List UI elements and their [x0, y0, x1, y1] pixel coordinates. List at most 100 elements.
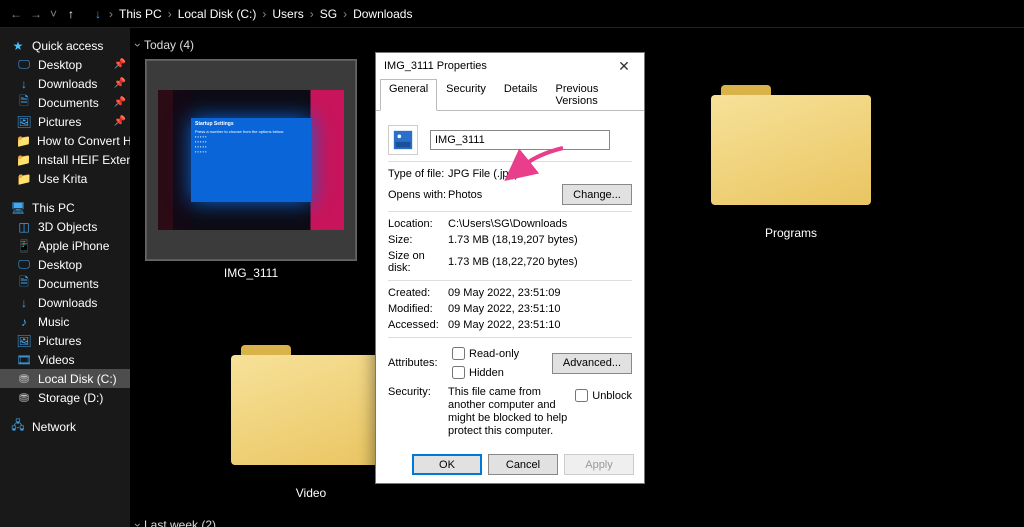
chevron-down-icon: ›: [131, 43, 145, 47]
sidebar-item[interactable]: ♪Music: [0, 312, 130, 331]
apply-button[interactable]: Apply: [564, 454, 634, 475]
created-label: Created:: [388, 287, 448, 299]
sidebar-item-label: Documents: [38, 277, 99, 291]
security-text: This file came from another computer and…: [448, 386, 571, 438]
sidebar-item[interactable]: ↓Downloads📌: [0, 74, 130, 93]
size-value: 1.73 MB (18,19,207 bytes): [448, 234, 632, 246]
hidden-label: Hidden: [469, 367, 504, 379]
this-pc-header[interactable]: 🖥 This PC: [0, 198, 130, 217]
sidebar-item-label: Documents: [38, 96, 99, 110]
chevron-right-icon: ›: [262, 7, 266, 21]
folder-icon: 📁: [16, 152, 31, 168]
nav-chevron-down-icon[interactable]: ˅: [50, 7, 57, 21]
tab-details[interactable]: Details: [495, 79, 547, 111]
filename-input[interactable]: [430, 130, 610, 150]
created-value: 09 May 2022, 23:51:09: [448, 287, 632, 299]
download-icon: ↓: [16, 295, 32, 311]
sidebar-item[interactable]: ⛃Local Disk (C:): [0, 369, 130, 388]
tab-security[interactable]: Security: [437, 79, 495, 111]
chevron-right-icon: ›: [343, 7, 347, 21]
opens-with-value: Photos: [448, 189, 562, 201]
tab-general[interactable]: General: [380, 79, 437, 111]
crumb[interactable]: Local Disk (C:): [176, 7, 259, 21]
folder-icon: 📁: [16, 133, 31, 149]
hidden-checkbox[interactable]: Hidden: [448, 363, 504, 382]
quick-access-header[interactable]: ★ Quick access: [0, 36, 130, 55]
sidebar-item[interactable]: 🗎Documents📌: [0, 93, 130, 112]
change-button[interactable]: Change...: [562, 184, 632, 205]
tab-previous-versions[interactable]: Previous Versions: [547, 79, 640, 111]
star-icon: ★: [10, 38, 26, 54]
sidebar-item[interactable]: 📁 How to Convert HE: [0, 131, 130, 150]
sidebar-item[interactable]: ↓ Downloads: [0, 293, 130, 312]
sidebar-item[interactable]: 🖵Desktop📌: [0, 55, 130, 74]
modified-value: 09 May 2022, 23:51:10: [448, 303, 632, 315]
document-icon: 🗎: [16, 276, 32, 292]
sidebar-item[interactable]: 🖼Pictures📌: [0, 112, 130, 131]
folder-icon: [711, 60, 871, 220]
sidebar-item-label: Downloads: [38, 77, 97, 91]
sidebar-item[interactable]: ⛃Storage (D:): [0, 388, 130, 407]
sidebar-item[interactable]: 🖵Desktop: [0, 255, 130, 274]
disk-icon: ⛃: [16, 371, 32, 387]
crumb[interactable]: Users: [270, 7, 305, 21]
size-on-disk-value: 1.73 MB (18,22,720 bytes): [448, 256, 632, 268]
network-icon: 🖧: [10, 419, 26, 435]
sidebar-item-label: Desktop: [38, 58, 82, 72]
close-icon[interactable]: ✕: [612, 58, 636, 75]
crumb[interactable]: SG: [318, 7, 339, 21]
readonly-checkbox[interactable]: Read-only: [448, 344, 519, 363]
file-thumbnail-icon: [388, 125, 418, 155]
pin-icon: 📌: [114, 97, 126, 108]
sidebar-item-label: Desktop: [38, 258, 82, 272]
sidebar-item[interactable]: 🗎 Documents: [0, 274, 130, 293]
location-value: C:\Users\SG\Downloads: [448, 218, 632, 230]
file-tile[interactable]: Startup SettingsPress a number to choose…: [146, 60, 356, 280]
file-tile[interactable]: Programs: [686, 60, 896, 280]
sidebar-item-label: 3D Objects: [38, 220, 97, 234]
group-header-label: Last week (2): [144, 518, 216, 527]
sidebar-item-label: Use Krita: [38, 172, 87, 186]
network-header[interactable]: 🖧 Network: [0, 417, 130, 436]
ok-button[interactable]: OK: [412, 454, 482, 475]
location-label: Location:: [388, 218, 448, 230]
sidebar-item[interactable]: 🎞Videos: [0, 350, 130, 369]
advanced-button[interactable]: Advanced...: [552, 353, 632, 374]
cancel-button[interactable]: Cancel: [488, 454, 558, 475]
group-header[interactable]: ›Today (4): [136, 38, 1014, 52]
group-header[interactable]: ›Last week (2): [136, 518, 1014, 527]
sidebar-item-label: Pictures: [38, 115, 81, 129]
sidebar-item[interactable]: 🖼Pictures: [0, 331, 130, 350]
chevron-right-icon: ›: [168, 7, 172, 21]
size-on-disk-label: Size on disk:: [388, 250, 448, 274]
chevron-right-icon: ›: [310, 7, 314, 21]
sidebar-item-label: Downloads: [38, 296, 97, 310]
folder-icon: [231, 320, 391, 480]
properties-dialog: IMG_3111 Properties ✕ General Security D…: [375, 52, 645, 484]
crumb[interactable]: This PC: [117, 7, 164, 21]
nav-up-icon[interactable]: ↑: [61, 4, 81, 24]
sidebar-item[interactable]: 📱Apple iPhone: [0, 236, 130, 255]
disk-icon: ⛃: [16, 390, 32, 406]
nav-back-icon[interactable]: ←: [6, 4, 26, 24]
crumb[interactable]: Downloads: [351, 7, 414, 21]
music-icon: ♪: [16, 314, 32, 330]
video-icon: 🎞: [16, 352, 32, 368]
picture-icon: 🖼: [16, 114, 32, 130]
readonly-label: Read-only: [469, 348, 519, 360]
nav-forward-icon[interactable]: →: [26, 4, 46, 24]
phone-icon: 📱: [16, 238, 32, 254]
picture-icon: 🖼: [16, 333, 32, 349]
sidebar-item[interactable]: ◫3D Objects: [0, 217, 130, 236]
accessed-value: 09 May 2022, 23:51:10: [448, 319, 632, 331]
sidebar-item[interactable]: 📁Install HEIF Extensi: [0, 150, 130, 169]
security-label: Security:: [388, 386, 448, 398]
navigation-pane: ★ Quick access 🖵Desktop📌 ↓ Downloads 📌 🗎 Docu…: [0, 28, 130, 527]
sidebar-item[interactable]: 📁Use Krita: [0, 169, 130, 188]
download-icon: ↓: [16, 76, 32, 92]
attributes-label: Attributes:: [388, 357, 448, 369]
unblock-checkbox[interactable]: Unblock: [571, 386, 632, 405]
file-label: Programs: [765, 226, 817, 240]
file-label: IMG_3111: [224, 266, 278, 280]
sidebar-item-label: How to Convert HE: [37, 134, 130, 148]
